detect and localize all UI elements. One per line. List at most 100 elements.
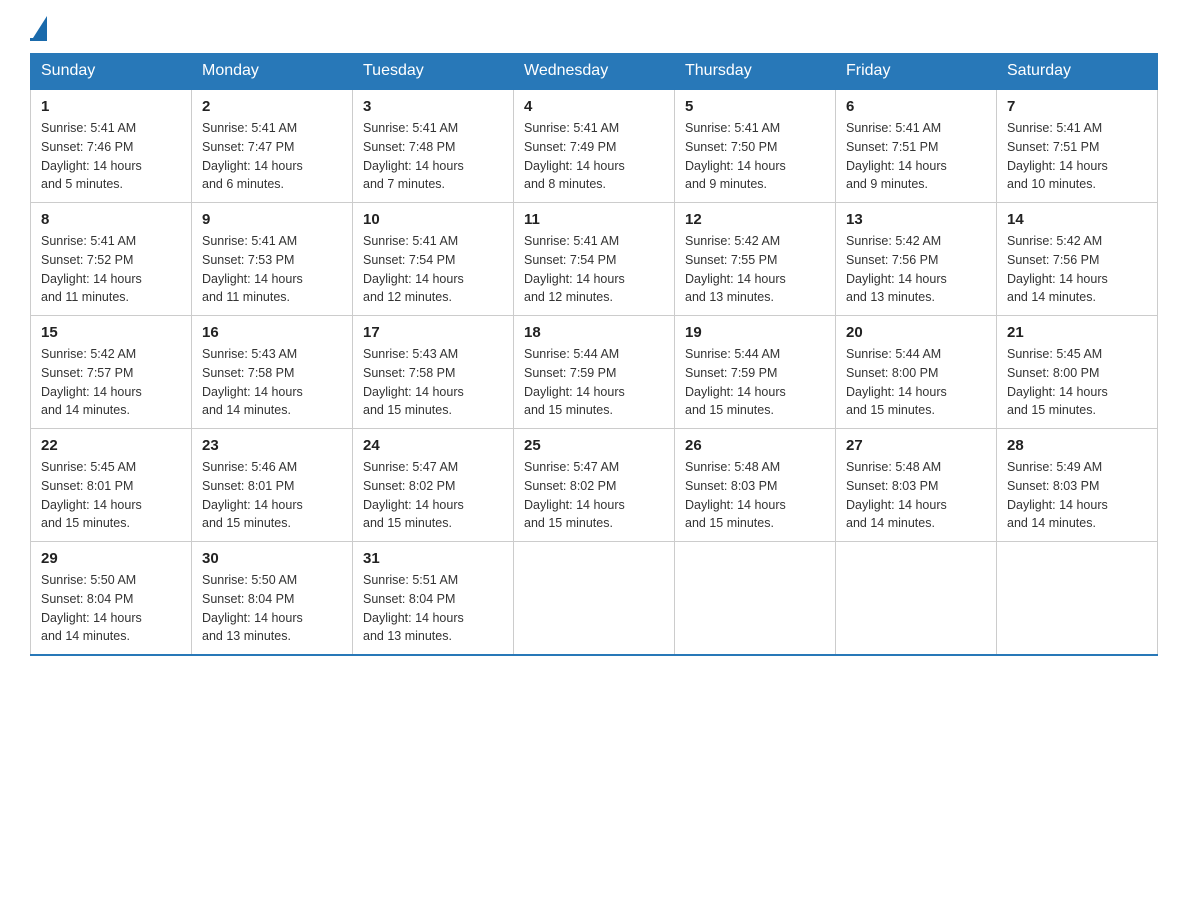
calendar-day-cell — [836, 542, 997, 656]
day-info: Sunrise: 5:50 AMSunset: 8:04 PMDaylight:… — [41, 571, 181, 646]
day-info: Sunrise: 5:50 AMSunset: 8:04 PMDaylight:… — [202, 571, 342, 646]
calendar-day-cell — [997, 542, 1158, 656]
day-number: 25 — [524, 437, 664, 454]
day-info: Sunrise: 5:41 AMSunset: 7:48 PMDaylight:… — [363, 119, 503, 194]
page-header — [30, 20, 1158, 41]
day-info: Sunrise: 5:43 AMSunset: 7:58 PMDaylight:… — [363, 345, 503, 420]
day-info: Sunrise: 5:41 AMSunset: 7:51 PMDaylight:… — [1007, 119, 1147, 194]
day-info: Sunrise: 5:41 AMSunset: 7:53 PMDaylight:… — [202, 232, 342, 307]
calendar-header-row: SundayMondayTuesdayWednesdayThursdayFrid… — [31, 54, 1158, 90]
day-info: Sunrise: 5:41 AMSunset: 7:49 PMDaylight:… — [524, 119, 664, 194]
calendar-week-row: 1 Sunrise: 5:41 AMSunset: 7:46 PMDayligh… — [31, 89, 1158, 203]
calendar-day-cell: 3 Sunrise: 5:41 AMSunset: 7:48 PMDayligh… — [353, 89, 514, 203]
calendar-day-cell: 13 Sunrise: 5:42 AMSunset: 7:56 PMDaylig… — [836, 203, 997, 316]
calendar-day-cell: 9 Sunrise: 5:41 AMSunset: 7:53 PMDayligh… — [192, 203, 353, 316]
calendar-day-cell: 30 Sunrise: 5:50 AMSunset: 8:04 PMDaylig… — [192, 542, 353, 656]
calendar-day-cell: 21 Sunrise: 5:45 AMSunset: 8:00 PMDaylig… — [997, 316, 1158, 429]
calendar-day-cell: 26 Sunrise: 5:48 AMSunset: 8:03 PMDaylig… — [675, 429, 836, 542]
day-info: Sunrise: 5:42 AMSunset: 7:57 PMDaylight:… — [41, 345, 181, 420]
calendar-day-cell: 7 Sunrise: 5:41 AMSunset: 7:51 PMDayligh… — [997, 89, 1158, 203]
day-info: Sunrise: 5:41 AMSunset: 7:46 PMDaylight:… — [41, 119, 181, 194]
calendar-day-cell: 1 Sunrise: 5:41 AMSunset: 7:46 PMDayligh… — [31, 89, 192, 203]
calendar-day-cell: 6 Sunrise: 5:41 AMSunset: 7:51 PMDayligh… — [836, 89, 997, 203]
calendar-day-cell: 15 Sunrise: 5:42 AMSunset: 7:57 PMDaylig… — [31, 316, 192, 429]
calendar-day-cell: 8 Sunrise: 5:41 AMSunset: 7:52 PMDayligh… — [31, 203, 192, 316]
day-number: 18 — [524, 324, 664, 341]
day-info: Sunrise: 5:42 AMSunset: 7:55 PMDaylight:… — [685, 232, 825, 307]
day-info: Sunrise: 5:45 AMSunset: 8:01 PMDaylight:… — [41, 458, 181, 533]
day-info: Sunrise: 5:44 AMSunset: 7:59 PMDaylight:… — [524, 345, 664, 420]
logo-underline — [30, 38, 47, 41]
day-info: Sunrise: 5:47 AMSunset: 8:02 PMDaylight:… — [363, 458, 503, 533]
day-number: 27 — [846, 437, 986, 454]
day-number: 12 — [685, 211, 825, 228]
calendar-day-cell: 14 Sunrise: 5:42 AMSunset: 7:56 PMDaylig… — [997, 203, 1158, 316]
day-info: Sunrise: 5:49 AMSunset: 8:03 PMDaylight:… — [1007, 458, 1147, 533]
day-number: 9 — [202, 211, 342, 228]
calendar-day-cell: 29 Sunrise: 5:50 AMSunset: 8:04 PMDaylig… — [31, 542, 192, 656]
day-number: 31 — [363, 550, 503, 567]
calendar-day-cell: 4 Sunrise: 5:41 AMSunset: 7:49 PMDayligh… — [514, 89, 675, 203]
day-number: 26 — [685, 437, 825, 454]
calendar-day-cell: 18 Sunrise: 5:44 AMSunset: 7:59 PMDaylig… — [514, 316, 675, 429]
day-number: 2 — [202, 98, 342, 115]
calendar-day-cell: 25 Sunrise: 5:47 AMSunset: 8:02 PMDaylig… — [514, 429, 675, 542]
day-number: 20 — [846, 324, 986, 341]
day-number: 4 — [524, 98, 664, 115]
calendar-week-row: 22 Sunrise: 5:45 AMSunset: 8:01 PMDaylig… — [31, 429, 1158, 542]
calendar-day-cell: 12 Sunrise: 5:42 AMSunset: 7:55 PMDaylig… — [675, 203, 836, 316]
calendar-day-cell: 5 Sunrise: 5:41 AMSunset: 7:50 PMDayligh… — [675, 89, 836, 203]
calendar-header-friday: Friday — [836, 54, 997, 90]
day-info: Sunrise: 5:45 AMSunset: 8:00 PMDaylight:… — [1007, 345, 1147, 420]
day-info: Sunrise: 5:41 AMSunset: 7:52 PMDaylight:… — [41, 232, 181, 307]
calendar-day-cell: 27 Sunrise: 5:48 AMSunset: 8:03 PMDaylig… — [836, 429, 997, 542]
day-number: 22 — [41, 437, 181, 454]
day-number: 8 — [41, 211, 181, 228]
day-number: 19 — [685, 324, 825, 341]
day-number: 24 — [363, 437, 503, 454]
day-info: Sunrise: 5:41 AMSunset: 7:51 PMDaylight:… — [846, 119, 986, 194]
calendar-day-cell: 22 Sunrise: 5:45 AMSunset: 8:01 PMDaylig… — [31, 429, 192, 542]
day-number: 29 — [41, 550, 181, 567]
day-info: Sunrise: 5:41 AMSunset: 7:50 PMDaylight:… — [685, 119, 825, 194]
calendar-header-wednesday: Wednesday — [514, 54, 675, 90]
day-number: 17 — [363, 324, 503, 341]
calendar-day-cell: 23 Sunrise: 5:46 AMSunset: 8:01 PMDaylig… — [192, 429, 353, 542]
calendar-header-thursday: Thursday — [675, 54, 836, 90]
calendar-day-cell: 10 Sunrise: 5:41 AMSunset: 7:54 PMDaylig… — [353, 203, 514, 316]
day-info: Sunrise: 5:51 AMSunset: 8:04 PMDaylight:… — [363, 571, 503, 646]
day-number: 11 — [524, 211, 664, 228]
calendar-header-sunday: Sunday — [31, 54, 192, 90]
calendar-day-cell — [675, 542, 836, 656]
day-info: Sunrise: 5:41 AMSunset: 7:54 PMDaylight:… — [363, 232, 503, 307]
day-info: Sunrise: 5:44 AMSunset: 7:59 PMDaylight:… — [685, 345, 825, 420]
day-number: 3 — [363, 98, 503, 115]
day-number: 10 — [363, 211, 503, 228]
calendar-week-row: 15 Sunrise: 5:42 AMSunset: 7:57 PMDaylig… — [31, 316, 1158, 429]
calendar-day-cell: 11 Sunrise: 5:41 AMSunset: 7:54 PMDaylig… — [514, 203, 675, 316]
day-number: 15 — [41, 324, 181, 341]
day-info: Sunrise: 5:48 AMSunset: 8:03 PMDaylight:… — [685, 458, 825, 533]
calendar-header-saturday: Saturday — [997, 54, 1158, 90]
calendar-day-cell: 2 Sunrise: 5:41 AMSunset: 7:47 PMDayligh… — [192, 89, 353, 203]
calendar-day-cell: 24 Sunrise: 5:47 AMSunset: 8:02 PMDaylig… — [353, 429, 514, 542]
calendar-day-cell: 31 Sunrise: 5:51 AMSunset: 8:04 PMDaylig… — [353, 542, 514, 656]
day-info: Sunrise: 5:43 AMSunset: 7:58 PMDaylight:… — [202, 345, 342, 420]
day-info: Sunrise: 5:42 AMSunset: 7:56 PMDaylight:… — [846, 232, 986, 307]
calendar-week-row: 8 Sunrise: 5:41 AMSunset: 7:52 PMDayligh… — [31, 203, 1158, 316]
calendar-day-cell: 16 Sunrise: 5:43 AMSunset: 7:58 PMDaylig… — [192, 316, 353, 429]
logo — [30, 20, 47, 41]
day-number: 23 — [202, 437, 342, 454]
calendar-header-tuesday: Tuesday — [353, 54, 514, 90]
day-number: 21 — [1007, 324, 1147, 341]
calendar-day-cell: 19 Sunrise: 5:44 AMSunset: 7:59 PMDaylig… — [675, 316, 836, 429]
day-number: 28 — [1007, 437, 1147, 454]
calendar-day-cell: 17 Sunrise: 5:43 AMSunset: 7:58 PMDaylig… — [353, 316, 514, 429]
day-info: Sunrise: 5:46 AMSunset: 8:01 PMDaylight:… — [202, 458, 342, 533]
calendar-week-row: 29 Sunrise: 5:50 AMSunset: 8:04 PMDaylig… — [31, 542, 1158, 656]
calendar-header-monday: Monday — [192, 54, 353, 90]
day-number: 5 — [685, 98, 825, 115]
day-number: 13 — [846, 211, 986, 228]
day-info: Sunrise: 5:48 AMSunset: 8:03 PMDaylight:… — [846, 458, 986, 533]
day-number: 30 — [202, 550, 342, 567]
